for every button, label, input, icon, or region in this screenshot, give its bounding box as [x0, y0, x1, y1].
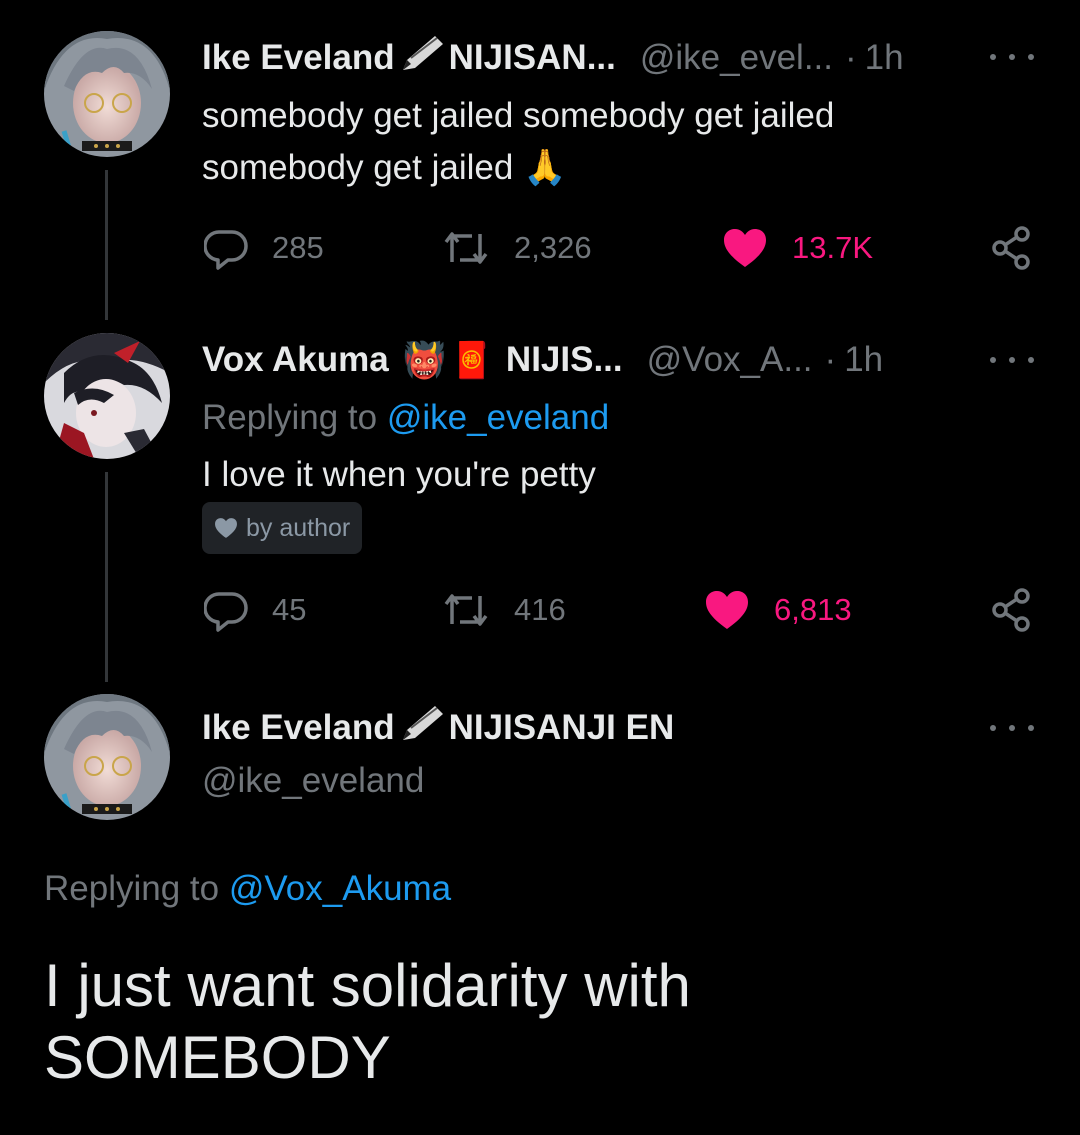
tweet1-time[interactable]: 1h [865, 38, 904, 78]
tweet2-header: Vox Akuma 👹 🧧 NIJIS... @Vox_A... · 1h [202, 338, 883, 382]
small-heart-icon [214, 517, 238, 539]
replying-to-label: Replying to [202, 398, 378, 437]
main-tweet-text-line2: SOMEBODY [44, 1024, 391, 1091]
tweet2-handle[interactable]: @Vox_A... [647, 340, 813, 380]
tweet2-actions: 45 416 6,813 [202, 588, 1042, 632]
replying-to-label: Replying to [44, 869, 220, 908]
retweet-count: 2,326 [514, 230, 592, 265]
reply-count: 45 [272, 592, 307, 627]
replying-to-link[interactable]: @Vox_Akuma [229, 869, 451, 908]
tweet1-text-line1: somebody get jailed somebody get jailed [202, 96, 835, 135]
tweet2-replying: Replying to @ike_eveland [202, 392, 609, 444]
heart-icon [722, 227, 768, 269]
like-button[interactable]: 6,813 [704, 588, 852, 632]
share-button[interactable] [990, 226, 1058, 270]
tweet1-name[interactable]: Ike Eveland [202, 38, 395, 78]
reply-button[interactable]: 45 [204, 588, 306, 632]
tweet1-handle[interactable]: @ike_evel... [640, 38, 833, 78]
liked-by-author-label: by author [246, 513, 351, 542]
share-button[interactable] [990, 588, 1058, 632]
retweet-icon [442, 588, 490, 632]
main-tweet-handle[interactable]: @ike_eveland [202, 759, 424, 803]
red-envelope-emoji: 🧧 [450, 340, 494, 380]
retweet-count: 416 [514, 592, 566, 627]
reply-icon [204, 588, 248, 632]
reply-count: 285 [272, 230, 324, 265]
replying-to-link[interactable]: @ike_eveland [387, 398, 609, 437]
main-tweet-header: Ike Eveland NIJISANJI EN [202, 704, 675, 753]
tweet2-time[interactable]: 1h [844, 340, 883, 380]
tweet2-text: I love it when you're petty [202, 455, 596, 494]
pen-icon [397, 34, 447, 83]
more-icon[interactable] [990, 718, 1034, 738]
main-tweet-text: I just want solidarity with SOMEBODY [44, 950, 691, 1094]
like-button[interactable]: 13.7K [722, 226, 873, 270]
avatar-ike-main[interactable] [44, 694, 170, 820]
share-icon [990, 588, 1034, 632]
heart-icon [704, 589, 750, 631]
retweet-button[interactable]: 416 [442, 588, 566, 632]
tweet2-affiliation: NIJIS... [505, 340, 623, 379]
tweet1-actions: 285 2,326 13.7K [202, 226, 1042, 270]
tweet2-dot: · [824, 340, 837, 379]
like-count: 13.7K [792, 230, 874, 265]
pray-emoji: 🙏 [523, 148, 567, 187]
tweet1-header: Ike Eveland NIJISAN... @ike_evel... · 1h [202, 34, 904, 83]
thread-line-2 [105, 472, 108, 682]
main-tweet-text-line1: I just want solidarity with [44, 952, 691, 1019]
avatar-vox[interactable] [44, 333, 170, 459]
tweet1-affiliation: NIJISAN... [448, 38, 616, 77]
main-tweet-name[interactable]: Ike Eveland [202, 708, 395, 748]
reply-button[interactable]: 285 [204, 226, 324, 270]
avatar-ike[interactable] [44, 31, 170, 157]
main-tweet-replying: Replying to @Vox_Akuma [44, 866, 451, 912]
like-count: 6,813 [774, 592, 852, 627]
main-tweet-affiliation: NIJISANJI EN [448, 708, 675, 747]
reply-icon [204, 226, 248, 270]
tweet1-text-line2: somebody get jailed [202, 148, 514, 187]
more-icon[interactable] [990, 47, 1034, 67]
oni-emoji: 👹 [402, 340, 447, 380]
tweet1-dot: · [845, 38, 857, 77]
tweet1-text: somebody get jailed somebody get jailed … [202, 90, 834, 194]
retweet-button[interactable]: 2,326 [442, 226, 592, 270]
more-icon[interactable] [990, 350, 1034, 370]
thread-line-1 [105, 170, 108, 320]
tweet2-name[interactable]: Vox Akuma [202, 340, 389, 380]
pen-icon [397, 704, 447, 753]
liked-by-author-badge: by author [202, 502, 363, 554]
share-icon [990, 226, 1034, 270]
retweet-icon [442, 226, 490, 270]
